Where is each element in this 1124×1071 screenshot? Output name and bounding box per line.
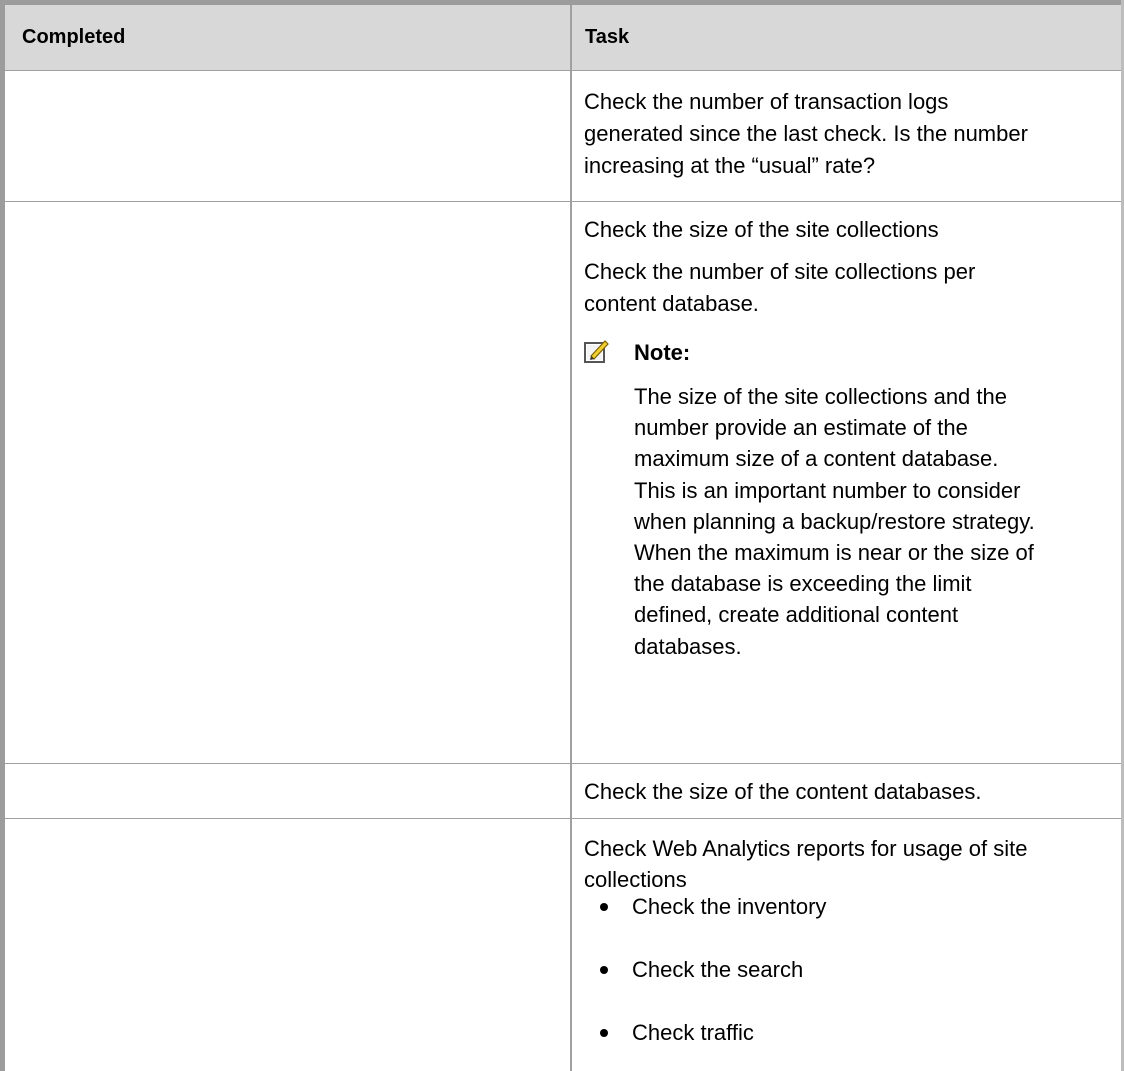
task-text: Check the size of the content databases. — [584, 779, 982, 804]
task-text: generated since the last check. Is the n… — [584, 121, 1028, 146]
task-text: Check the size of the site collections — [584, 217, 939, 242]
bullet-text: Check the inventory — [632, 894, 827, 919]
bullet-icon — [600, 903, 608, 911]
bullet-text: Check traffic — [632, 1020, 754, 1045]
task-text: Check Web Analytics reports for usage of… — [584, 836, 1028, 861]
note-text-line: defined, create additional content — [634, 602, 959, 628]
table-border-top — [0, 0, 1124, 5]
column-header-task: Task — [585, 26, 630, 48]
column-divider — [570, 5, 572, 1071]
task-text: increasing at the “usual” rate? — [584, 153, 876, 178]
note-pencil-icon — [584, 338, 610, 364]
bullet-icon — [600, 966, 608, 974]
note-text-line: When the maximum is near or the size of — [634, 540, 1034, 566]
note-text-line: the database is exceeding the limit — [634, 571, 972, 597]
note-label: Note: — [634, 340, 691, 365]
row-divider — [5, 70, 1121, 71]
note-text-line: maximum size of a content database. — [634, 446, 999, 472]
note-text-line: databases. — [634, 633, 742, 659]
table-header-row: Completed Task — [5, 5, 1121, 70]
task-text: Check the number of site collections per — [584, 259, 976, 284]
note-text-line: when planning a backup/restore strategy. — [634, 508, 1035, 534]
checklist-table: Completed Task Check the number of trans… — [0, 0, 1124, 1071]
note-text-line: The size of the site collections and the — [634, 384, 1007, 409]
bullet-text: Check the search — [632, 957, 804, 982]
row-divider — [5, 818, 1121, 819]
note-text-line: number provide an estimate of the — [634, 415, 968, 441]
column-header-completed: Completed — [22, 26, 126, 48]
table-border-left — [0, 0, 5, 1071]
note-text-line: This is an important number to consider — [634, 477, 1021, 503]
note-body: The size of the site collections and the… — [634, 381, 1035, 662]
bullet-icon — [600, 1029, 608, 1037]
row-divider — [5, 763, 1121, 764]
task-text: Check the number of transaction logs — [584, 89, 949, 114]
row-divider — [5, 201, 1121, 202]
task-text: content database. — [584, 291, 759, 316]
